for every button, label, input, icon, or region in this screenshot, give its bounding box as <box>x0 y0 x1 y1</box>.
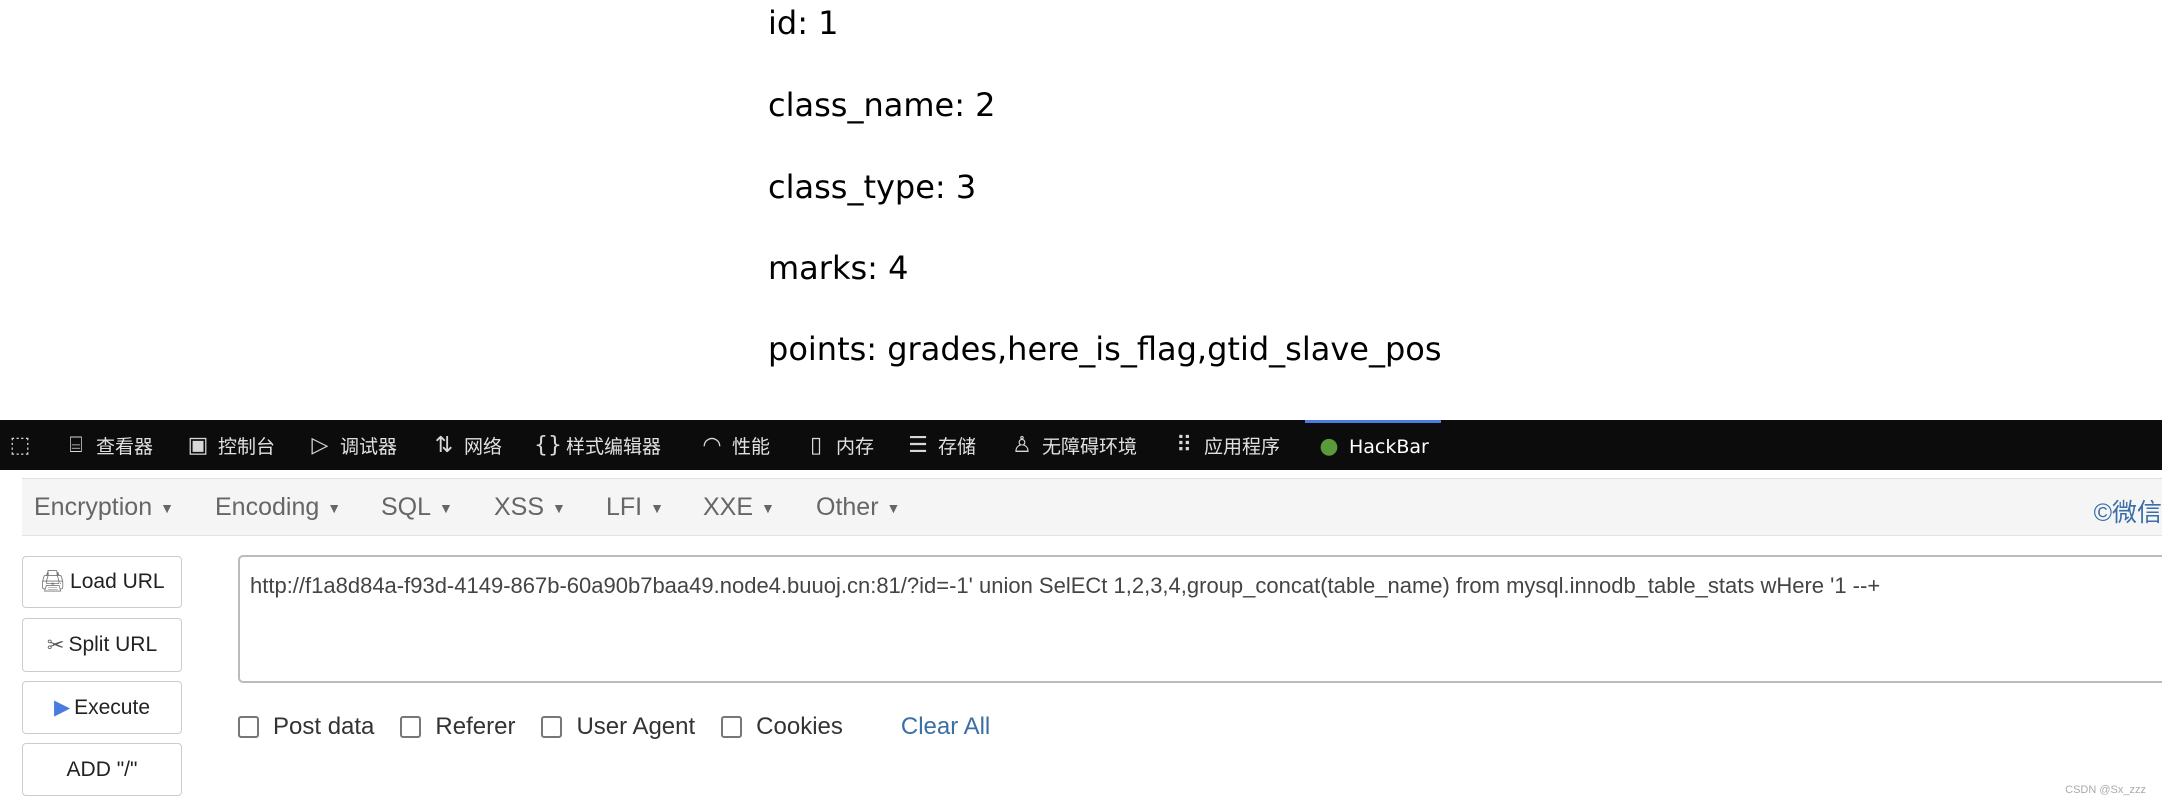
memory-icon: ▯ <box>809 432 823 458</box>
hackbar-menu: Encryption ▼ Encoding ▼ SQL ▼ XSS ▼ LFI ▼ XXE… <box>22 478 2162 536</box>
menu-lfi[interactable]: LFI ▼ <box>606 493 664 522</box>
execute-button[interactable]: ▶ Execute <box>22 681 182 734</box>
caret-down-icon: ▼ <box>761 500 775 517</box>
performance-icon: ◠ <box>702 432 722 458</box>
output-line: marks: 4 <box>768 249 909 287</box>
storage-icon: ☰ <box>908 432 928 458</box>
play-icon: ▶ <box>53 696 71 719</box>
tab-network[interactable]: ⇅ 网络 <box>432 420 502 470</box>
inspector-icon: ⌸ <box>69 432 83 458</box>
menu-xss[interactable]: XSS ▼ <box>494 493 566 522</box>
element-picker-button[interactable]: ⬚ <box>8 420 32 470</box>
tab-memory[interactable]: ▯ 内存 <box>804 420 874 470</box>
split-url-button[interactable]: ✂ Split URL <box>22 618 182 672</box>
tab-console[interactable]: ▣ 控制台 <box>186 420 275 470</box>
menu-encryption[interactable]: Encryption ▼ <box>34 493 174 522</box>
debugger-icon: ▷ <box>311 432 329 458</box>
output-line: id: 1 <box>768 4 839 42</box>
options-row: Post data Referer User Agent Cookies Cle… <box>238 713 990 741</box>
tab-performance[interactable]: ◠ 性能 <box>700 420 770 470</box>
load-url-icon: 🖨 <box>39 570 67 593</box>
caret-down-icon: ▼ <box>552 500 566 517</box>
caret-down-icon: ▼ <box>160 500 174 517</box>
tab-hackbar[interactable]: ● HackBar <box>1305 420 1441 470</box>
caret-down-icon: ▼ <box>439 500 453 517</box>
output-line: class_type: 3 <box>768 168 977 206</box>
tab-inspector[interactable]: ⌸ 查看器 <box>64 420 153 470</box>
referer-checkbox[interactable]: Referer <box>400 713 515 741</box>
pick-element-icon: ⬚ <box>9 432 31 458</box>
hackbar-icon: ● <box>1319 434 1339 459</box>
tab-debugger[interactable]: ▷ 调试器 <box>308 420 397 470</box>
output-line: points: grades,here_is_flag,gtid_slave_p… <box>768 330 1442 368</box>
cookies-checkbox[interactable]: Cookies <box>721 713 843 741</box>
menu-xxe[interactable]: XXE ▼ <box>703 493 775 522</box>
load-url-button[interactable]: 🖨 Load URL <box>22 556 182 608</box>
clear-all-link[interactable]: Clear All <box>901 713 990 741</box>
tab-application[interactable]: ⠿ 应用程序 <box>1172 420 1280 470</box>
network-icon: ⇅ <box>434 432 454 458</box>
copyright-link[interactable]: ©微信 <box>2094 493 2162 529</box>
application-icon: ⠿ <box>1175 432 1193 458</box>
caret-down-icon: ▼ <box>327 500 342 517</box>
devtools-toolbar: ⬚ ⌸ 查看器 ▣ 控制台 ▷ 调试器 ⇅ 网络 {} 样式编辑器 ◠ 性能 ▯ 内存 ☰ 存储… <box>0 420 2162 470</box>
caret-down-icon: ▼ <box>650 500 664 517</box>
menu-sql[interactable]: SQL ▼ <box>381 493 453 522</box>
accessibility-icon: ♙ <box>1012 432 1032 458</box>
output-line: class_name: 2 <box>768 86 996 124</box>
style-editor-icon: {} <box>534 432 562 458</box>
caret-down-icon: ▼ <box>886 500 901 517</box>
watermark: CSDN @Sx_zzz <box>2065 784 2146 796</box>
console-icon: ▣ <box>187 432 209 458</box>
add-slash-button[interactable]: ADD "/" <box>22 743 182 796</box>
menu-encoding[interactable]: Encoding ▼ <box>215 493 341 522</box>
tab-storage[interactable]: ☰ 存储 <box>906 420 976 470</box>
url-textarea[interactable]: http://f1a8d84a-f93d-4149-867b-60a90b7ba… <box>238 555 2162 683</box>
tab-accessibility[interactable]: ♙ 无障碍环境 <box>1010 420 1137 470</box>
menu-other[interactable]: Other ▼ <box>816 493 900 522</box>
user-agent-checkbox[interactable]: User Agent <box>541 713 695 741</box>
post-data-checkbox[interactable]: Post data <box>238 713 374 741</box>
scissors-icon: ✂ <box>46 633 65 657</box>
tab-style-editor[interactable]: {} 样式编辑器 <box>534 420 661 470</box>
